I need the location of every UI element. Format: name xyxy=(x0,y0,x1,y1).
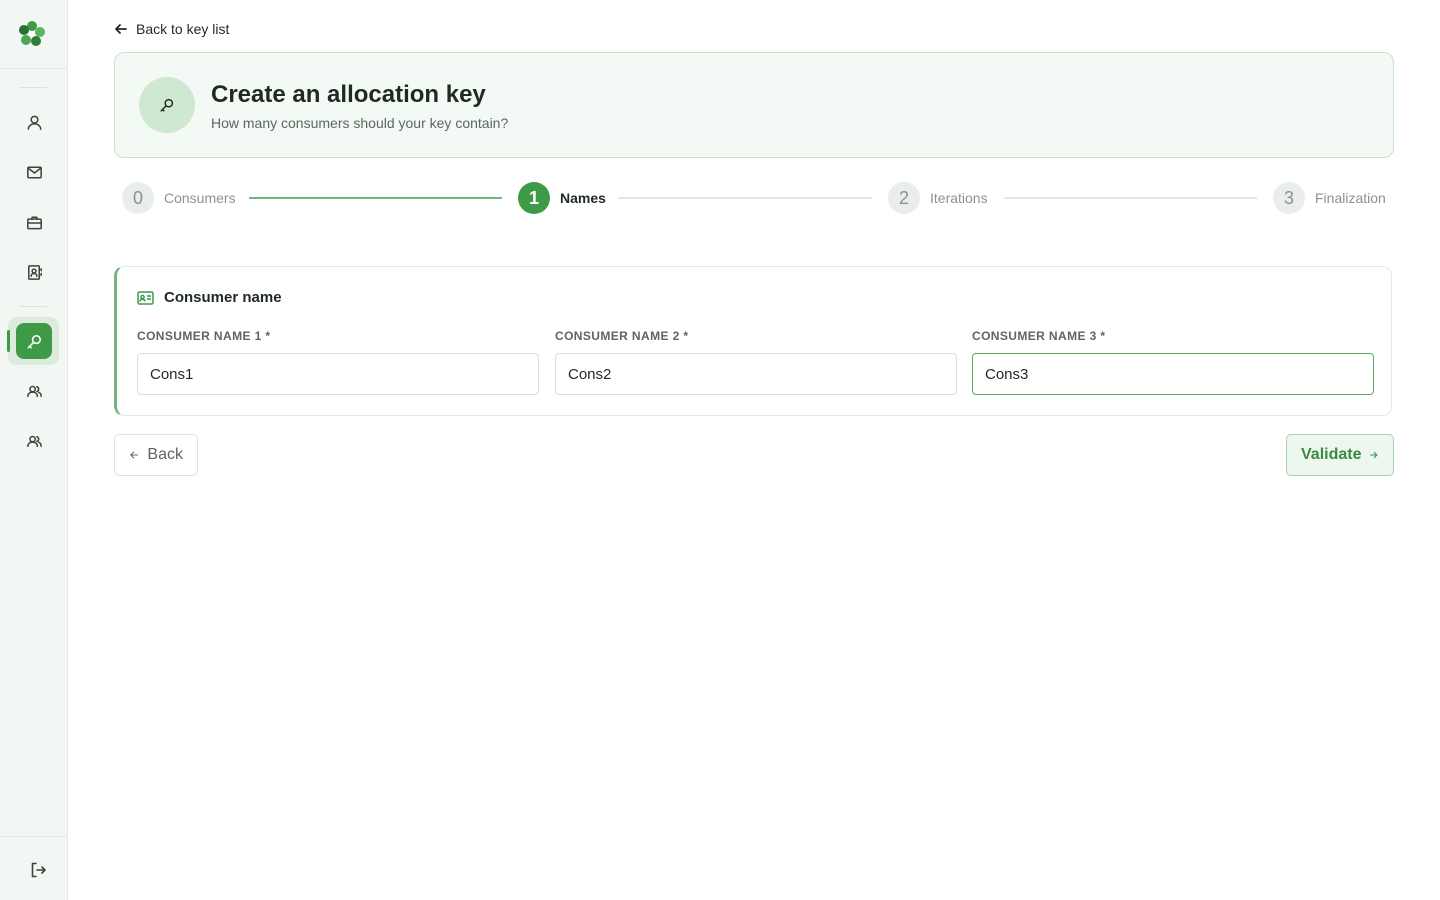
mail-icon xyxy=(26,166,42,178)
back-button[interactable]: Back xyxy=(114,434,198,476)
consumer-name-1-field: CONSUMER NAME 1 * xyxy=(137,329,539,395)
step-label: Consumers xyxy=(164,190,236,206)
sidebar-divider xyxy=(20,306,47,307)
validate-button-label: Validate xyxy=(1301,446,1362,463)
sidebar-divider xyxy=(0,836,67,837)
users-alt-icon xyxy=(26,435,42,447)
arrow-left-icon xyxy=(130,451,139,459)
consumer-name-card: Consumer name CONSUMER NAME 1 * CONSUMER… xyxy=(114,266,1392,416)
sidebar-item-groups[interactable] xyxy=(16,373,52,409)
key-icon xyxy=(27,334,41,348)
consumer-name-1-label: CONSUMER NAME 1 * xyxy=(137,329,271,343)
step-consumers[interactable]: 0 Consumers xyxy=(122,182,236,214)
logout-button[interactable] xyxy=(28,860,48,880)
form-title-text: Consumer name xyxy=(164,289,282,306)
page-header-card: Create an allocation key How many consum… xyxy=(114,52,1394,158)
arrow-right-icon xyxy=(1370,451,1378,459)
consumer-name-3-field: CONSUMER NAME 3 * xyxy=(972,329,1374,395)
step-names[interactable]: 1 Names xyxy=(518,182,606,214)
back-to-key-list-label: Back to key list xyxy=(136,21,230,37)
stepper-connector xyxy=(1004,197,1257,199)
wizard-stepper: 0 Consumers 1 Names 2 Iterations 3 Final… xyxy=(0,182,1440,216)
id-card-icon xyxy=(137,290,154,305)
step-number: 2 xyxy=(888,182,920,214)
step-label: Finalization xyxy=(1315,190,1386,206)
key-icon xyxy=(160,98,174,112)
sidebar-divider xyxy=(20,87,47,88)
step-finalization[interactable]: 3 Finalization xyxy=(1273,182,1386,214)
validate-button[interactable]: Validate xyxy=(1286,434,1394,476)
step-number: 0 xyxy=(122,182,154,214)
stepper-connector xyxy=(618,197,872,199)
step-label: Names xyxy=(560,190,606,206)
logout-icon xyxy=(31,862,46,878)
consumer-name-2-label: CONSUMER NAME 2 * xyxy=(555,329,689,343)
step-number: 1 xyxy=(518,182,550,214)
consumer-name-2-field: CONSUMER NAME 2 * xyxy=(555,329,957,395)
step-label: Iterations xyxy=(930,190,988,206)
consumer-name-3-label: CONSUMER NAME 3 * xyxy=(972,329,1106,343)
stepper-connector xyxy=(249,197,502,199)
back-to-key-list-link[interactable]: Back to key list xyxy=(113,21,229,37)
sidebar-item-profile[interactable] xyxy=(16,104,52,140)
consumer-name-3-input[interactable] xyxy=(972,353,1374,395)
page-subtitle: How many consumers should your key conta… xyxy=(211,115,509,131)
consumer-name-2-input[interactable] xyxy=(555,353,957,395)
consumer-name-1-input[interactable] xyxy=(137,353,539,395)
sidebar-item-members[interactable] xyxy=(16,423,52,459)
app-logo[interactable] xyxy=(17,18,47,48)
users-icon xyxy=(26,385,42,397)
step-iterations[interactable]: 2 Iterations xyxy=(888,182,988,214)
form-section-title: Consumer name xyxy=(137,289,282,306)
sidebar-active-indicator xyxy=(7,330,10,352)
sidebar xyxy=(0,0,68,900)
header-icon-badge xyxy=(139,77,195,133)
sidebar-item-contacts[interactable] xyxy=(16,254,52,290)
arrow-left-icon xyxy=(115,24,127,34)
sidebar-divider xyxy=(0,68,67,69)
sidebar-item-allocation-keys[interactable] xyxy=(16,323,52,359)
step-number: 3 xyxy=(1273,182,1305,214)
user-icon xyxy=(27,115,41,130)
contact-book-icon xyxy=(27,264,42,280)
back-button-label: Back xyxy=(147,446,183,463)
page-title: Create an allocation key xyxy=(211,81,486,108)
